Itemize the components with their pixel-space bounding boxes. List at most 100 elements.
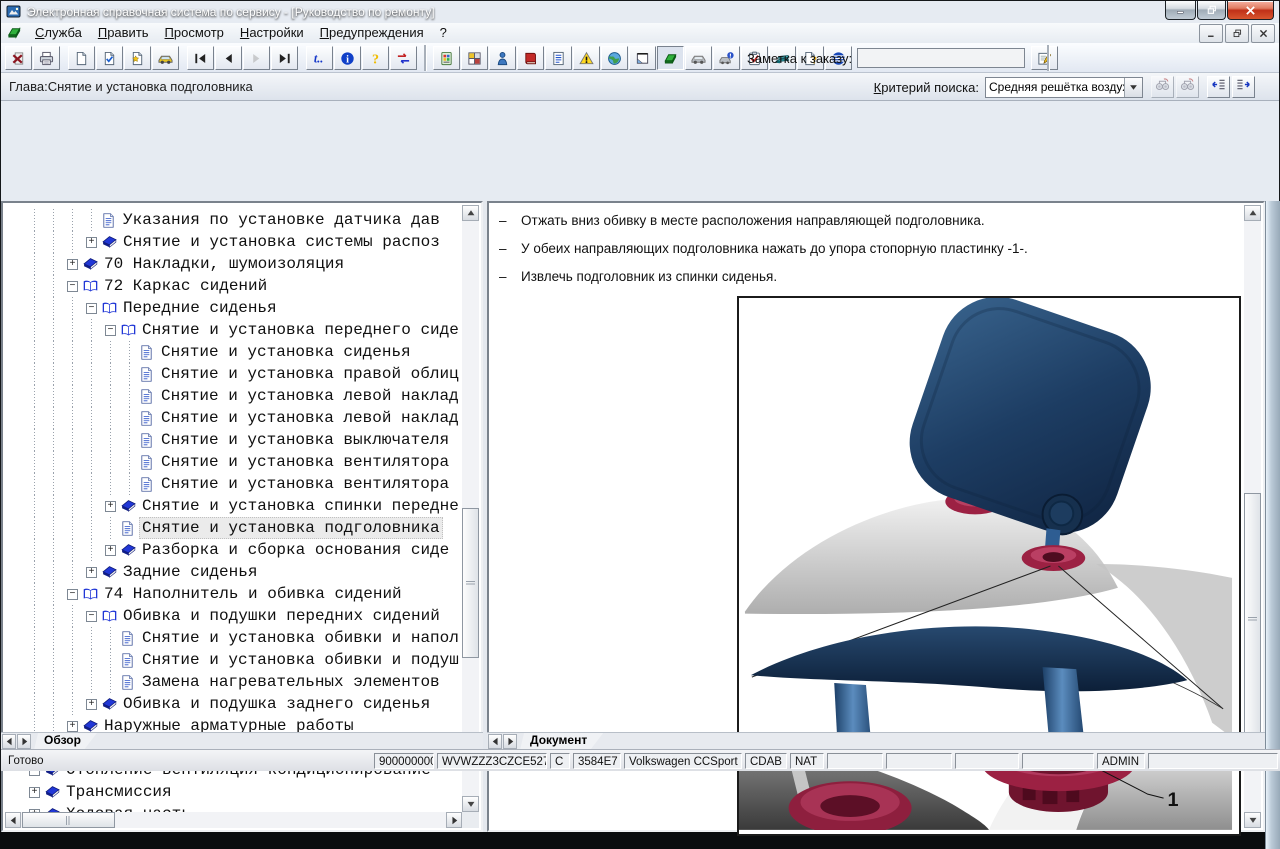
document-accept-button[interactable]: [96, 46, 123, 70]
tree-item[interactable]: + Задние сиденья: [5, 561, 462, 583]
chevron-down-icon[interactable]: [1124, 78, 1142, 97]
search-previous-button[interactable]: [1151, 76, 1174, 98]
chapter-tree[interactable]: Указания по установке датчика дав+Снятие…: [5, 205, 462, 812]
tree-item[interactable]: + Трансмиссия: [5, 781, 462, 803]
previous-topic-button[interactable]: [1207, 76, 1230, 98]
expand-icon[interactable]: +: [86, 567, 97, 578]
body-repair-button[interactable]: [629, 46, 656, 70]
close-button[interactable]: [1227, 1, 1274, 20]
collapse-icon[interactable]: −: [86, 303, 97, 314]
tree-item-label[interactable]: Передние сиденья: [120, 297, 280, 319]
tree-item-label[interactable]: Указания по установке датчика дав: [120, 209, 443, 231]
tree-item-label[interactable]: Снятие и установка системы распоз: [120, 231, 443, 253]
tree-item[interactable]: +Разборка и сборка основания сиде: [5, 539, 462, 561]
next-topic-button[interactable]: [1232, 76, 1255, 98]
tree-item-label[interactable]: Снятие и установка сиденья: [158, 341, 414, 363]
tree-item[interactable]: Снятие и установка выключателя: [5, 429, 462, 451]
tree-item-label[interactable]: Трансмиссия: [63, 781, 175, 803]
first-document-button[interactable]: [187, 46, 214, 70]
tree-item-label[interactable]: Разборка и сборка основания сиде: [139, 539, 452, 561]
tree-vertical-scrollbar[interactable]: [462, 205, 479, 812]
order-note-input[interactable]: [857, 48, 1025, 68]
tree-item[interactable]: Замена нагревательных элементов: [5, 671, 462, 693]
previous-document-button[interactable]: [215, 46, 242, 70]
tree-item-label[interactable]: Снятие и установка правой облиц: [158, 363, 462, 385]
scroll-thumb[interactable]: [1244, 493, 1261, 746]
mdi-close-button[interactable]: [1251, 24, 1275, 43]
tree-item[interactable]: +Снятие и установка спинки передне: [5, 495, 462, 517]
menu-edit[interactable]: Править: [90, 23, 157, 43]
print-button[interactable]: [33, 46, 60, 70]
scroll-right-button[interactable]: [446, 812, 462, 828]
tab-overview[interactable]: Обзор: [34, 733, 97, 750]
scroll-thumb[interactable]: [462, 508, 479, 658]
tree-item-label[interactable]: Задние сиденья: [120, 561, 260, 583]
tree-item-label[interactable]: Снятие и установка обивки и напол: [139, 627, 462, 649]
vehicle-button[interactable]: [152, 46, 179, 70]
tree-item[interactable]: Снятие и установка обивки и подуш: [5, 649, 462, 671]
tree-item[interactable]: Снятие и установка сиденья: [5, 341, 462, 363]
tree-item[interactable]: Снятие и установка правой облиц: [5, 363, 462, 385]
expand-icon[interactable]: +: [105, 501, 116, 512]
customer-data-button[interactable]: [489, 46, 516, 70]
tree-item-label[interactable]: 74 Наполнитель и обивка сидений: [101, 583, 405, 605]
new-document-button[interactable]: [68, 46, 95, 70]
tree-item[interactable]: Снятие и установка левой наклад: [5, 385, 462, 407]
help-button[interactable]: ?: [362, 46, 389, 70]
expand-icon[interactable]: +: [29, 787, 40, 798]
tree-item-label[interactable]: Снятие и установка вентилятора: [158, 473, 452, 495]
vehicle-data-button[interactable]: [685, 46, 712, 70]
tree-item[interactable]: Снятие и установка вентилятора: [5, 451, 462, 473]
tree-item-label[interactable]: Замена нагревательных элементов: [139, 671, 443, 693]
tree-item-label[interactable]: Снятие и установка подголовника: [139, 517, 443, 539]
search-criteria-select[interactable]: Средняя решётка воздух: [985, 77, 1143, 98]
service-card-button[interactable]: [433, 46, 460, 70]
tree-item-label[interactable]: Снятие и установка переднего сиде: [139, 319, 462, 341]
globe-button[interactable]: [601, 46, 628, 70]
vehicle-info-button[interactable]: [713, 46, 740, 70]
edit-note-button[interactable]: [1031, 46, 1058, 70]
tree-item[interactable]: −Обивка и подушки передних сидений: [5, 605, 462, 627]
tree-item-label[interactable]: Обивка и подушки передних сидений: [120, 605, 443, 627]
tree-item[interactable]: +Снятие и установка системы распоз: [5, 231, 462, 253]
overview-window-button[interactable]: [461, 46, 488, 70]
tree-item[interactable]: Снятие и установка вентилятора: [5, 473, 462, 495]
scroll-thumb[interactable]: [22, 812, 115, 828]
menu-settings[interactable]: Настройки: [232, 23, 312, 43]
tree-item[interactable]: −72 Каркас сидений: [5, 275, 462, 297]
tree-item-label[interactable]: Обивка и подушка заднего сиденья: [120, 693, 433, 715]
expand-icon[interactable]: +: [67, 259, 78, 270]
tree-item-label[interactable]: Снятие и установка вентилятора: [158, 451, 452, 473]
tree-item[interactable]: Снятие и установка обивки и напол: [5, 627, 462, 649]
tree-item[interactable]: Указания по установке датчика дав: [5, 209, 462, 231]
tree-item[interactable]: Снятие и установка левой наклад: [5, 407, 462, 429]
tree-item[interactable]: +Обивка и подушка заднего сиденья: [5, 693, 462, 715]
restore-button[interactable]: [1197, 1, 1226, 20]
info-button[interactable]: i: [334, 46, 361, 70]
tree-item-label[interactable]: Ходовая часть: [63, 803, 194, 812]
tree-item[interactable]: +Ходовая часть: [5, 803, 462, 812]
collapse-icon[interactable]: −: [67, 589, 78, 600]
tree-item[interactable]: Снятие и установка подголовника: [5, 517, 462, 539]
collapse-icon[interactable]: −: [67, 281, 78, 292]
scroll-left-button[interactable]: [5, 812, 21, 828]
exit-button[interactable]: [5, 46, 32, 70]
tab-document[interactable]: Документ: [520, 733, 603, 750]
expand-icon[interactable]: +: [67, 721, 78, 732]
tree-horizontal-scrollbar[interactable]: [5, 812, 462, 828]
title-bar[interactable]: Электронная справочная система по сервис…: [1, 1, 1279, 23]
scroll-down-button[interactable]: [462, 796, 479, 812]
mdi-minimize-button[interactable]: [1199, 24, 1223, 43]
toggle-panels-button[interactable]: [390, 46, 417, 70]
collapse-icon[interactable]: −: [105, 325, 116, 336]
warnings-button[interactable]: [573, 46, 600, 70]
tree-item-label[interactable]: Снятие и установка левой наклад: [158, 385, 462, 407]
tab-scroll-right-button[interactable]: [503, 734, 517, 749]
history-button[interactable]: t..: [306, 46, 333, 70]
tab-scroll-left-button[interactable]: [488, 734, 502, 749]
tab-scroll-left-button[interactable]: [2, 734, 16, 749]
tab-scroll-right-button[interactable]: [17, 734, 31, 749]
scroll-up-button[interactable]: [462, 205, 479, 221]
menu-view[interactable]: Просмотр: [157, 23, 232, 43]
tree-item[interactable]: +70 Накладки, шумоизоляция: [5, 253, 462, 275]
